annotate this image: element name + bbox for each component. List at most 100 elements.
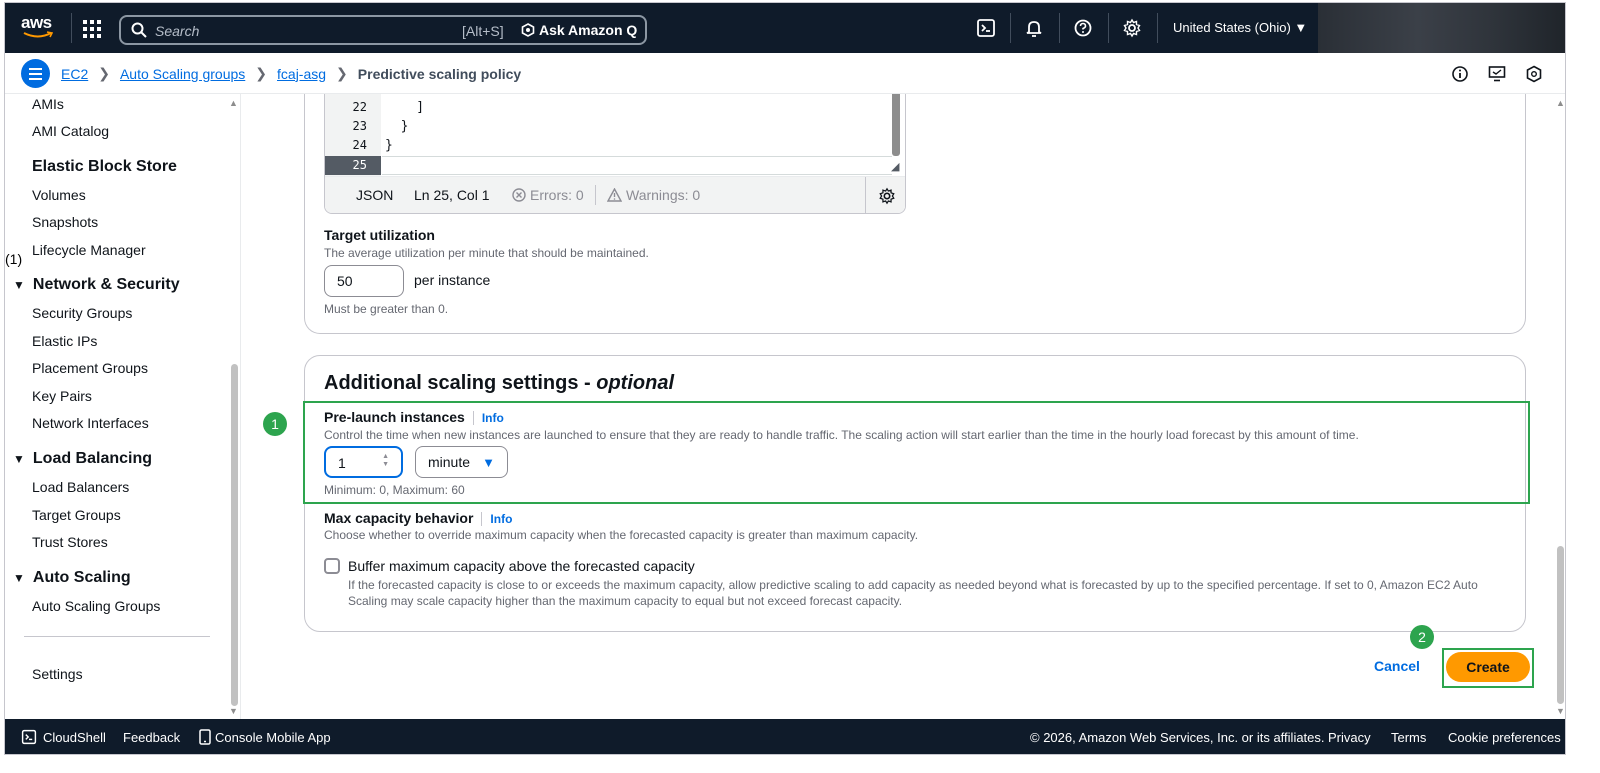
section-label: Load Balancing: [32, 450, 153, 467]
search-bar[interactable]: Search [Alt+S] Ask Amazon Q: [119, 15, 647, 45]
errors-count: Errors: 0: [530, 187, 584, 203]
scroll-down-arrow-icon[interactable]: ▼: [229, 706, 238, 716]
nav-divider: [1157, 13, 1158, 43]
section-label: Auto Scaling: [32, 569, 131, 586]
main-scrollbar[interactable]: ▲ ▼: [1555, 94, 1565, 719]
sidebar-item-placement-groups[interactable]: Placement Groups: [32, 360, 148, 376]
caret-down-icon: ▼: [13, 571, 25, 585]
scroll-up-arrow-icon[interactable]: ▲: [1556, 98, 1565, 108]
privacy-link[interactable]: Privacy: [1328, 730, 1371, 745]
feedback-screen-icon[interactable]: [1488, 65, 1506, 83]
scroll-up-arrow-icon[interactable]: ▲: [229, 98, 238, 108]
sidebar-section-elastic-block-store[interactable]: Elastic Block Store: [32, 158, 177, 176]
sidebar-item-amis[interactable]: AMIs: [32, 96, 64, 112]
sidebar-item-lifecycle-manager[interactable]: Lifecycle Manager: [32, 242, 146, 258]
cookie-preferences-link[interactable]: Cookie preferences: [1448, 730, 1561, 745]
sidebar-section-auto-scaling[interactable]: ▼ Auto Scaling: [13, 569, 131, 587]
max-capacity-description: Choose whether to override maximum capac…: [324, 528, 919, 542]
ask-amazon-q-button[interactable]: Ask Amazon Q: [521, 22, 637, 38]
editor-errors[interactable]: Errors: 0: [512, 187, 584, 203]
top-navigation: aws Search [Alt+S] Ask Amazon Q United S…: [5, 3, 1565, 53]
sidebar-item-target-groups[interactable]: Target Groups: [32, 507, 121, 523]
sidebar-item-volumes[interactable]: Volumes: [32, 187, 86, 203]
sidebar-item-network-interfaces[interactable]: Network Interfaces: [32, 415, 149, 431]
editor-warnings[interactable]: Warnings: 0: [607, 187, 700, 203]
sidebar-item-auto-scaling-groups[interactable]: Auto Scaling Groups: [32, 598, 160, 614]
amazon-q-panel-icon[interactable]: [1525, 65, 1543, 83]
per-instance-label: per instance: [414, 272, 491, 288]
annotation-box-pre-launch: [303, 401, 1530, 504]
terms-link[interactable]: Terms: [1391, 730, 1426, 745]
breadcrumb-asg[interactable]: fcaj-asg: [277, 66, 326, 82]
buffer-max-capacity-checkbox[interactable]: [324, 558, 340, 574]
chevron-right-icon: ❯: [98, 65, 110, 81]
editor-status-bar: JSON Ln 25, Col 1 Errors: 0 Warnings: 0: [325, 176, 905, 213]
sidebar-item-trust-stores[interactable]: Trust Stores: [32, 534, 108, 550]
info-circle-icon[interactable]: [1451, 65, 1469, 83]
resize-handle-icon[interactable]: ◢: [891, 160, 899, 173]
json-code-editor[interactable]: 22 23 24 25 ] } } ◢ JSON Ln 25, Col 1 Er…: [324, 94, 906, 214]
cancel-button[interactable]: Cancel: [1374, 658, 1420, 674]
browser-viewport: aws Search [Alt+S] Ask Amazon Q United S…: [4, 2, 1566, 755]
copyright: © 2026, Amazon Web Services, Inc. or its…: [1030, 730, 1325, 745]
search-shortcut: [Alt+S]: [462, 23, 504, 39]
console-mobile-app-link[interactable]: Console Mobile App: [199, 729, 331, 745]
editor-scrollbar[interactable]: [892, 94, 900, 156]
amazon-q-icon: [521, 23, 535, 37]
aws-logo[interactable]: aws: [21, 14, 57, 42]
feedback-link[interactable]: Feedback: [123, 730, 180, 745]
settings-gear-icon[interactable]: [1122, 18, 1142, 38]
sidebar-section-network-security[interactable]: ▼ Network & Security: [13, 276, 180, 294]
sidebar-section-load-balancing[interactable]: ▼ Load Balancing: [13, 450, 152, 468]
sidebar-item-load-balancers[interactable]: Load Balancers: [32, 479, 129, 495]
help-icon[interactable]: [1073, 18, 1093, 38]
scroll-down-arrow-icon[interactable]: ▼: [1556, 706, 1565, 716]
status-divider: [595, 185, 596, 205]
editor-preferences-button[interactable]: [865, 177, 905, 213]
breadcrumb-bar: EC2 ❯ Auto Scaling groups ❯ fcaj-asg ❯ P…: [5, 53, 1565, 94]
search-icon: [131, 22, 147, 38]
annotation-marker: (1): [5, 251, 23, 267]
title-text: Additional scaling settings -: [324, 372, 597, 394]
target-utilization-description: The average utilization per minute that …: [324, 246, 649, 260]
sidebar-item-security-groups[interactable]: Security Groups: [32, 305, 132, 321]
line-number-active: 25: [325, 156, 381, 175]
buffer-max-capacity-label[interactable]: Buffer maximum capacity above the foreca…: [348, 558, 695, 574]
sidebar-item-snapshots[interactable]: Snapshots: [32, 214, 98, 230]
sidebar-item-settings[interactable]: Settings: [32, 666, 83, 682]
services-grid-icon[interactable]: [83, 20, 101, 38]
sidebar-item-key-pairs[interactable]: Key Pairs: [32, 388, 92, 404]
notifications-bell-icon[interactable]: [1024, 18, 1044, 38]
code-line: }: [385, 138, 393, 153]
cloudshell-icon[interactable]: [976, 18, 996, 38]
gear-icon: [879, 187, 895, 205]
section-label: Network & Security: [32, 276, 180, 293]
scrollbar-thumb[interactable]: [1557, 546, 1564, 704]
warnings-count: Warnings: 0: [626, 187, 701, 203]
create-button[interactable]: Create: [1446, 652, 1530, 682]
chevron-right-icon: ❯: [255, 65, 268, 81]
search-placeholder: Search: [155, 23, 200, 39]
side-navigation-toggle-icon[interactable]: [21, 59, 50, 88]
sidebar-item-ami-catalog[interactable]: AMI Catalog: [32, 123, 109, 139]
scrollbar-thumb[interactable]: [231, 364, 238, 706]
cloudshell-footer-button[interactable]: CloudShell: [21, 729, 106, 745]
target-utilization-label: Target utilization: [324, 227, 435, 243]
target-utilization-hint: Must be greater than 0.: [324, 302, 449, 316]
account-menu-redacted[interactable]: [1318, 3, 1565, 53]
buffer-max-capacity-description: If the forecasted capacity is close to o…: [348, 578, 1478, 608]
sidebar-item-elastic-ips[interactable]: Elastic IPs: [32, 333, 97, 349]
sidebar-scrollbar[interactable]: ▲ ▼: [229, 94, 240, 719]
console-footer: CloudShell Feedback Console Mobile App ©…: [5, 719, 1565, 754]
breadcrumb-current: Predictive scaling policy: [357, 65, 522, 82]
breadcrumb-ec2[interactable]: EC2: [61, 66, 88, 82]
main-content: 22 23 24 25 ] } } ◢ JSON Ln 25, Col 1 Er…: [242, 94, 1565, 719]
region-selector[interactable]: United States (Ohio) ▼: [1173, 20, 1307, 35]
caret-down-icon: ▼: [13, 278, 25, 292]
aws-smile-icon: [23, 31, 53, 38]
max-capacity-behavior-label: Max capacity behavior Info: [324, 510, 513, 526]
target-utilization-input[interactable]: 50: [324, 265, 404, 297]
breadcrumb-auto-scaling-groups[interactable]: Auto Scaling groups: [120, 66, 245, 82]
max-capacity-info-link[interactable]: Info: [481, 512, 513, 526]
error-x-circle-icon: [512, 188, 526, 202]
